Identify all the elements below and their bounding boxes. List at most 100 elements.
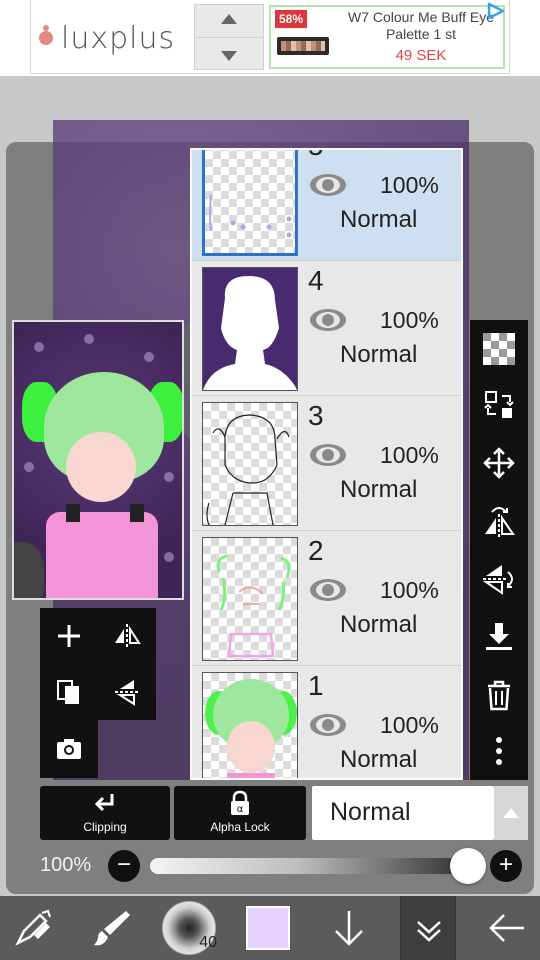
visibility-eye-icon[interactable]	[308, 577, 348, 603]
visibility-eye-icon[interactable]	[308, 442, 348, 468]
flip-horizontal-icon	[115, 624, 141, 648]
svg-text:α: α	[237, 804, 244, 815]
import-photo-button[interactable]	[40, 721, 98, 777]
ad-logo[interactable]: luxplus	[39, 18, 175, 58]
brush-tool-button[interactable]	[86, 896, 136, 960]
flip-layer-vertical-button[interactable]	[98, 664, 156, 720]
preview-strap	[130, 504, 144, 522]
sparkle	[164, 472, 174, 482]
layer-tools-toolbar	[470, 320, 528, 780]
back-button[interactable]	[480, 896, 534, 960]
flip-vertical-button[interactable]	[470, 550, 528, 608]
layer-row-1[interactable]: 1 100% Normal	[192, 666, 461, 778]
layer-blend-mode: Normal	[340, 341, 418, 368]
more-options-button[interactable]	[470, 722, 528, 780]
sparkle	[84, 334, 94, 344]
opacity-slider[interactable]	[150, 858, 484, 874]
layer-row-5[interactable]: 5 100% Normal	[192, 150, 461, 261]
layer-5-artwork	[209, 194, 292, 238]
copy-icon	[57, 680, 79, 704]
ad-product-title: W7 Colour Me Buff Eye Palette 1 st	[347, 9, 495, 42]
layer-thumbnail	[202, 267, 298, 391]
visibility-eye-icon[interactable]	[308, 172, 348, 198]
clipping-button[interactable]: Clipping	[40, 786, 170, 840]
tool-menu-button[interactable]	[8, 896, 58, 960]
layer-actions-palette	[40, 608, 156, 720]
copy-layer-button[interactable]	[40, 664, 98, 720]
move-button[interactable]	[470, 434, 528, 492]
transparency-button[interactable]	[470, 320, 528, 378]
layer-number: 5	[308, 150, 324, 162]
layer-row-4[interactable]: 4 100% Normal	[192, 261, 461, 396]
layer-row-2[interactable]: 2 100% Normal	[192, 531, 461, 666]
sparkle	[164, 552, 174, 562]
ad-product-card[interactable]: 58% W7 Colour Me Buff Eye Palette 1 st 4…	[269, 5, 505, 69]
layer-number: 2	[308, 535, 324, 566]
layer-number: 4	[308, 265, 324, 296]
reference-layer-button[interactable]	[470, 376, 528, 434]
layer-thumbnail	[202, 537, 298, 661]
more-vertical-icon	[496, 737, 502, 765]
delete-layer-button[interactable]	[470, 666, 528, 724]
layer-blend-mode: Normal	[340, 611, 418, 638]
move-arrows-icon	[483, 447, 515, 479]
layer-row-3[interactable]: 3 100% Normal	[192, 396, 461, 531]
merge-down-button[interactable]	[470, 608, 528, 666]
layer-opacity: 100%	[380, 712, 439, 738]
layer-opacity: 100%	[380, 577, 439, 603]
move-layer-down-button[interactable]	[322, 896, 376, 960]
ad-banner-area: luxplus 58% W7 Colour Me Buff Eye Palett…	[0, 0, 540, 76]
canvas-preview[interactable]	[12, 320, 184, 600]
layer-opacity: 100%	[380, 172, 439, 198]
sparkle	[34, 342, 44, 352]
opacity-increase-button[interactable]: +	[490, 850, 522, 882]
visibility-eye-icon[interactable]	[308, 712, 348, 738]
ad-prev-arrow-icon[interactable]	[221, 14, 237, 24]
visibility-eye-icon[interactable]	[308, 307, 348, 333]
brush-size-button[interactable]: 40	[162, 901, 217, 955]
layer-opacity: 100%	[380, 307, 439, 333]
layer-blend-mode: Normal	[340, 746, 418, 773]
add-layer-button[interactable]	[40, 608, 98, 664]
layer-opacity-value: 100%	[40, 854, 92, 876]
layer-number: 3	[308, 400, 324, 431]
layer-thumbnail	[202, 672, 298, 778]
opacity-decrease-button[interactable]: −	[108, 850, 140, 882]
lock-icon: α	[231, 790, 249, 815]
alpha-lock-button[interactable]: α Alpha Lock	[174, 786, 306, 840]
opacity-slider-knob[interactable]	[450, 848, 486, 884]
clipping-icon-wrap	[40, 790, 170, 816]
trash-icon	[488, 680, 510, 711]
ad-next-arrow-icon[interactable]	[221, 51, 237, 61]
blend-mode-select[interactable]: Normal	[312, 786, 494, 840]
ad-product-price: 49 SEK	[395, 47, 447, 64]
color-picker-button[interactable]	[246, 906, 290, 950]
flip-vertical-rotate-icon	[482, 565, 513, 595]
ad-carousel-arrows	[194, 4, 264, 70]
layer-thumbnail	[202, 402, 298, 526]
brush-icon	[94, 911, 130, 946]
sparkle	[144, 352, 154, 362]
layer-opacity: 100%	[380, 442, 439, 468]
layers-list: 5 100% Normal 4 100% Normal 3	[190, 148, 463, 780]
flip-horizontal-rotate-icon	[485, 507, 515, 537]
preview-face	[66, 432, 136, 502]
ad-arrow-divider	[195, 37, 263, 38]
double-chevron-down-icon	[417, 921, 441, 942]
clipping-arrow-icon	[94, 794, 114, 812]
download-arrow-icon	[486, 623, 512, 650]
ad-logo-icon	[39, 25, 53, 45]
preview-body	[46, 512, 158, 598]
sparkle	[24, 462, 34, 472]
adchoices-icon[interactable]	[485, 2, 507, 20]
arrow-left-icon	[489, 914, 524, 942]
layer-1-artwork	[205, 679, 297, 778]
flip-layer-horizontal-button[interactable]	[98, 608, 156, 664]
layer-blend-mode: Normal	[340, 476, 418, 503]
ad-banner[interactable]: luxplus 58% W7 Colour Me Buff Eye Palett…	[30, 0, 510, 74]
blend-mode-dropdown-arrow-icon[interactable]	[494, 786, 528, 840]
arrow-down-icon	[335, 911, 363, 946]
alpha-lock-icon-wrap: α	[174, 790, 306, 816]
flip-horizontal-button[interactable]	[470, 492, 528, 550]
layers-menu-button[interactable]	[400, 896, 456, 960]
